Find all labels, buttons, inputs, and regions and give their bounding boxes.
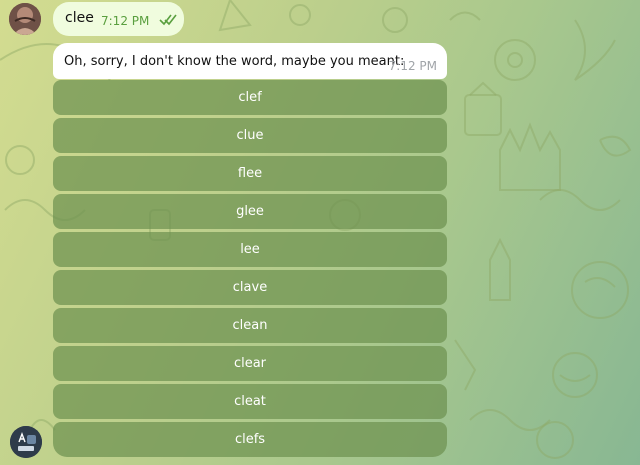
suggestion-button[interactable]: clave [53, 270, 447, 305]
outgoing-message: clee 7:12 PM [53, 2, 184, 36]
double-check-icon [159, 14, 177, 26]
user-avatar[interactable] [9, 3, 41, 35]
outgoing-message-text: clee [65, 10, 94, 26]
suggestion-button[interactable]: clefs [53, 422, 447, 457]
outgoing-message-time: 7:12 PM [101, 14, 150, 28]
chat-window: clee 7:12 PM Oh, sorry, I don't know the… [0, 0, 640, 465]
incoming-message-time: 7:12 PM [388, 59, 437, 73]
bot-dictionary-icon [10, 426, 42, 458]
incoming-message-text: Oh, sorry, I don't know the word, maybe … [64, 54, 405, 69]
suggestion-button[interactable]: clue [53, 118, 447, 153]
incoming-message: Oh, sorry, I don't know the word, maybe … [53, 43, 447, 79]
bot-avatar[interactable] [10, 426, 42, 458]
suggestion-button[interactable]: clear [53, 346, 447, 381]
suggestion-button[interactable]: lee [53, 232, 447, 267]
user-photo-icon [9, 3, 41, 35]
suggestion-button[interactable]: clef [53, 80, 447, 115]
suggestion-button[interactable]: flee [53, 156, 447, 191]
suggestion-button[interactable]: cleat [53, 384, 447, 419]
suggestion-button[interactable]: glee [53, 194, 447, 229]
suggestion-button[interactable]: clean [53, 308, 447, 343]
